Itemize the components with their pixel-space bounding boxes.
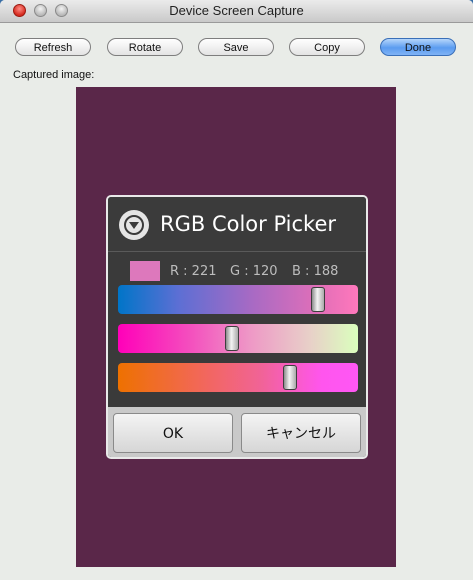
ok-button[interactable]: OK <box>113 413 233 453</box>
blue-slider-thumb[interactable] <box>283 365 297 390</box>
rotate-button[interactable]: Rotate <box>107 38 183 56</box>
dialog-button-bar: OK キャンセル <box>108 407 366 457</box>
red-slider[interactable] <box>118 285 358 314</box>
title-bar[interactable]: Device Screen Capture <box>0 0 473 23</box>
red-slider-thumb[interactable] <box>311 287 325 312</box>
chevron-down-circle-icon <box>119 210 149 240</box>
blue-slider[interactable] <box>118 363 358 392</box>
green-slider-thumb[interactable] <box>225 326 239 351</box>
color-swatch <box>130 261 160 281</box>
refresh-button[interactable]: Refresh <box>15 38 91 56</box>
dialog-header: RGB Color Picker <box>108 197 366 252</box>
rgb-color-picker-dialog: RGB Color Picker R : 221 G : 120 B : 188… <box>106 195 368 459</box>
dialog-title: RGB Color Picker <box>160 212 336 236</box>
copy-button[interactable]: Copy <box>289 38 365 56</box>
green-slider[interactable] <box>118 324 358 353</box>
cancel-button[interactable]: キャンセル <box>241 413 361 453</box>
red-value-label: R : 221 <box>170 264 217 279</box>
green-value-label: G : 120 <box>230 264 278 279</box>
window-title: Device Screen Capture <box>169 3 304 18</box>
capture-window: Device Screen Capture Refresh Rotate Sav… <box>0 0 473 580</box>
blue-value-label: B : 188 <box>292 264 339 279</box>
done-button[interactable]: Done <box>380 38 456 56</box>
captured-image-label: Captured image: <box>13 69 95 81</box>
save-button[interactable]: Save <box>198 38 274 56</box>
